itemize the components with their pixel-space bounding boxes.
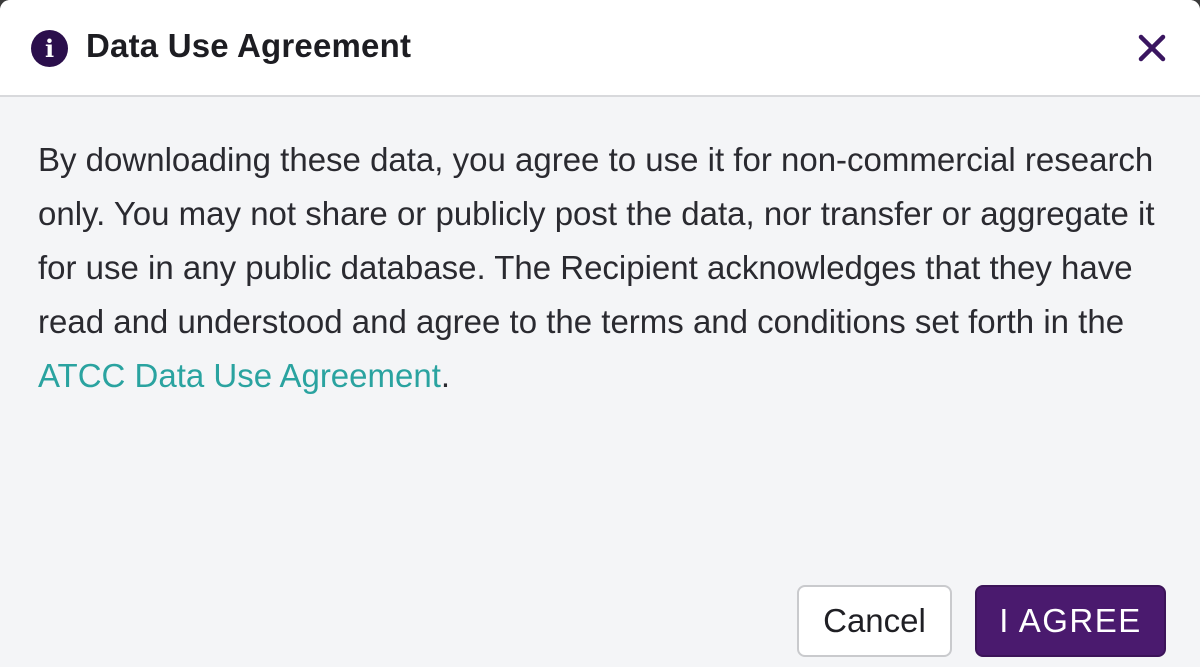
agreement-text: By downloading these data, you agree to … [38, 133, 1163, 403]
close-button[interactable] [1132, 28, 1172, 68]
dialog-header: i Data Use Agreement [0, 0, 1200, 97]
dialog-title: Data Use Agreement [86, 27, 412, 64]
agree-button[interactable]: I AGREE [975, 585, 1166, 657]
data-use-agreement-dialog: i Data Use Agreement By downloading thes… [0, 0, 1200, 667]
agreement-text-end: . [440, 357, 451, 394]
info-icon: i [31, 30, 68, 67]
agreement-text-main: By downloading these data, you agree to … [38, 141, 1155, 340]
atcc-agreement-link[interactable]: ATCC Data Use Agreement [38, 357, 441, 394]
close-icon [1138, 34, 1166, 62]
cancel-button[interactable]: Cancel [797, 585, 952, 657]
